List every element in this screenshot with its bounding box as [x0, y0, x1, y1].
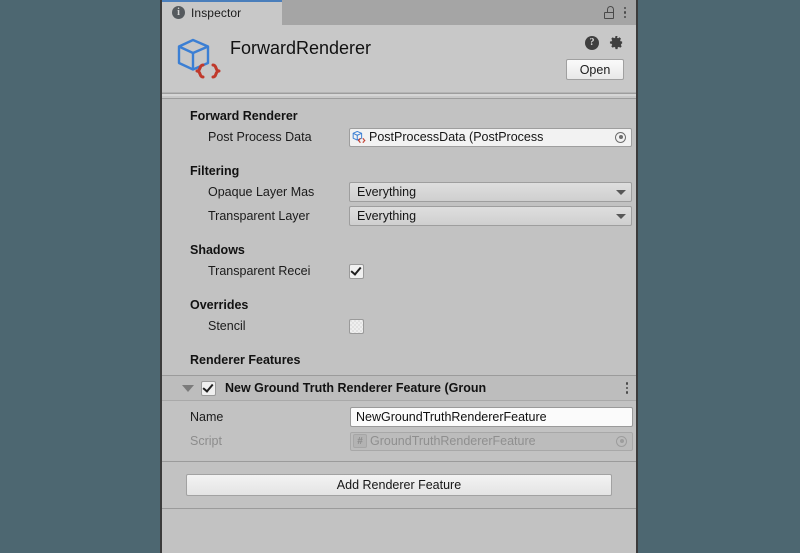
add-feature-wrap: Add Renderer Feature — [162, 462, 636, 506]
renderer-feature-title: New Ground Truth Renderer Feature (Groun — [225, 381, 487, 395]
kebab-menu-icon[interactable] — [623, 6, 626, 20]
value-feature-script: GroundTruthRendererFeature — [370, 434, 536, 448]
kebab-dot — [625, 391, 628, 394]
value-opaque-layer-mask: Everything — [357, 185, 417, 199]
label-transparent-layer-mask: Transparent Layer — [208, 209, 310, 223]
section-header-filtering: Filtering — [190, 164, 240, 178]
kebab-dot — [623, 6, 626, 10]
add-renderer-feature-button[interactable]: Add Renderer Feature — [186, 474, 612, 496]
value-transparent-layer-mask: Everything — [357, 209, 417, 223]
renderer-feature-box: New Ground Truth Renderer Feature (Groun… — [162, 375, 636, 462]
row-feature-script: Script # GroundTruthRendererFeature — [162, 430, 636, 452]
renderer-feature-header[interactable]: New Ground Truth Renderer Feature (Groun — [162, 376, 636, 401]
object-picker-icon[interactable] — [612, 129, 629, 146]
label-opaque-layer-mask: Opaque Layer Mas — [208, 185, 315, 199]
tab-bar: i Inspector — [162, 0, 636, 25]
checkbox-stencil[interactable] — [349, 318, 364, 334]
section-header-forward-renderer: Forward Renderer — [190, 109, 298, 123]
kebab-menu-icon[interactable] — [625, 381, 628, 395]
row-opaque-layer-mask: Opaque Layer Mas Everything — [162, 181, 636, 203]
checkmark-icon — [350, 263, 362, 276]
label-post-process-data: Post Process Data — [208, 130, 312, 144]
row-transparent-layer-mask: Transparent Layer Everything — [162, 205, 636, 227]
row-post-process-data: Post Process Data PostProcessData (PostP… — [162, 126, 636, 148]
field-feature-script: # GroundTruthRendererFeature — [350, 431, 633, 451]
lock-open-icon[interactable] — [603, 6, 615, 19]
picker-dot — [619, 439, 624, 443]
renderer-feature-body: Name NewGroundTruthRendererFeature Scrip… — [162, 401, 636, 462]
foldout-expanded-icon[interactable] — [182, 384, 194, 392]
label-transparent-receive-shadows: Transparent Recei — [208, 264, 311, 278]
info-icon: i — [172, 6, 185, 19]
inspector-window: i Inspector ForwardRenderer ? Open Forwa… — [160, 0, 638, 553]
asset-header: ForwardRenderer ? Open — [162, 25, 636, 93]
dropdown-opaque-layer-mask[interactable]: Everything — [349, 182, 632, 202]
kebab-dot — [625, 382, 628, 385]
bottom-divider — [162, 508, 636, 509]
dropdown-transparent-layer-mask[interactable]: Everything — [349, 206, 632, 226]
gear-icon[interactable] — [609, 35, 624, 50]
picker-ring — [615, 131, 626, 143]
section-header-overrides: Overrides — [190, 298, 249, 312]
tab-inspector-label: Inspector — [191, 5, 242, 20]
lock-body — [603, 12, 614, 19]
row-stencil: Stencil — [162, 315, 636, 337]
help-icon[interactable]: ? — [585, 35, 599, 50]
value-post-process-data: PostProcessData (PostProcess — [369, 130, 544, 144]
csharp-script-icon: # — [353, 434, 367, 448]
kebab-dot — [623, 15, 626, 19]
checkbox-transparent-receive-shadows[interactable] — [349, 263, 364, 279]
label-feature-script: Script — [190, 434, 222, 448]
open-button[interactable]: Open — [566, 59, 624, 80]
checkbox-renderer-feature-enabled[interactable] — [201, 380, 216, 396]
kebab-dot — [623, 11, 626, 14]
object-picker-icon — [613, 433, 630, 450]
label-feature-name: Name — [190, 410, 224, 424]
tab-bar-tools — [603, 0, 637, 25]
section-header-renderer-features: Renderer Features — [190, 353, 301, 367]
screen: i Inspector ForwardRenderer ? Open Forwa… — [0, 0, 800, 553]
inspector-body: Forward Renderer Post Process Data PostP… — [162, 99, 636, 553]
section-header-shadows: Shadows — [190, 243, 245, 257]
chevron-down-icon — [616, 189, 626, 195]
tab-bar-spacer — [282, 0, 604, 25]
row-feature-name: Name NewGroundTruthRendererFeature — [162, 406, 636, 428]
tab-inspector[interactable]: i Inspector — [162, 0, 282, 25]
chevron-down-icon — [616, 213, 626, 219]
row-transparent-receive-shadows: Transparent Recei — [162, 260, 636, 282]
checkmark-icon — [202, 380, 214, 393]
label-stencil: Stencil — [208, 319, 246, 333]
picker-ring — [616, 435, 627, 447]
field-post-process-data[interactable]: PostProcessData (PostProcess — [349, 127, 632, 147]
page-title: ForwardRenderer — [230, 38, 372, 58]
picker-dot — [618, 135, 623, 139]
asset-header-tools: ? — [585, 35, 624, 50]
scriptable-object-icon — [177, 38, 221, 79]
kebab-dot — [625, 386, 628, 390]
input-feature-name[interactable]: NewGroundTruthRendererFeature — [350, 407, 633, 427]
scriptable-object-icon — [352, 130, 366, 143]
